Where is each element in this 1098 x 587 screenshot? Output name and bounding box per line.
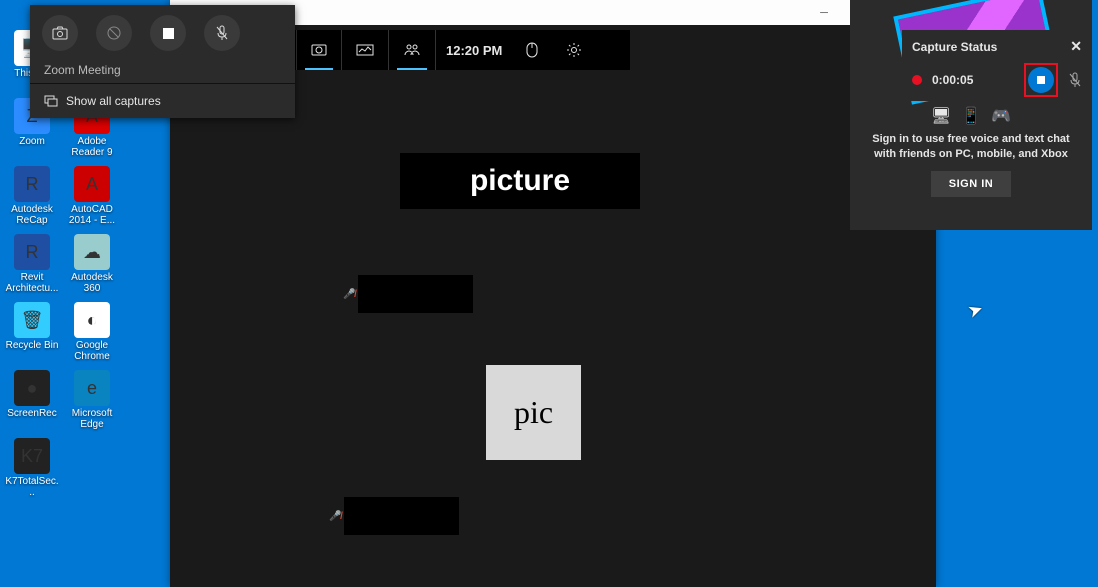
app-icon: e (74, 370, 110, 406)
stop-recording-highlight (1024, 63, 1058, 97)
desktop-icon[interactable]: RRevit Architectu... (4, 234, 60, 294)
capture-icon[interactable] (297, 30, 342, 70)
capture-source-title: Zoom Meeting (30, 61, 295, 83)
app-icon: R (14, 166, 50, 202)
desktop-icon[interactable]: ◐Google Chrome (64, 302, 120, 362)
mic-muted-icon: 🎤̸ (329, 511, 341, 522)
minimize-button[interactable]: ─ (804, 3, 844, 23)
xbox-social-icon[interactable] (389, 30, 436, 70)
app-icon: ◐ (74, 302, 110, 338)
app-icon: R (14, 234, 50, 270)
performance-icon[interactable] (342, 30, 389, 70)
icon-label: Microsoft Edge (64, 408, 120, 430)
app-icon: ● (14, 370, 50, 406)
mic-toggle-button[interactable] (1068, 72, 1082, 88)
desktop-icon[interactable]: 🗑 Recycle Bin (4, 302, 60, 351)
console-icon: 🎮 (991, 106, 1011, 126)
gallery-icon (44, 95, 58, 107)
icon-label: AutoCAD 2014 - E... (64, 204, 120, 226)
capture-buttons-row (30, 5, 295, 61)
capture-widget: Zoom Meeting Show all captures (30, 5, 295, 118)
participant-tile-2: 🎤̸ (344, 497, 459, 535)
close-icon[interactable]: ✕ (1070, 38, 1082, 55)
app-icon: ☁ (74, 234, 110, 270)
stop-recording-button[interactable] (150, 15, 186, 51)
recording-elapsed: 0:00:05 (932, 73, 1014, 87)
icon-label: Adobe Reader 9 (64, 136, 120, 158)
app-icon: A (74, 166, 110, 202)
mobile-icon: 📱 (961, 106, 981, 126)
avatar-label: pic (514, 394, 553, 431)
settings-icon[interactable] (552, 30, 596, 70)
main-video-label: picture (470, 164, 570, 198)
icon-label: Zoom (4, 136, 60, 147)
app-icon: 🗑 (14, 302, 50, 338)
pc-icon: 🖥 (931, 106, 951, 126)
desktop-icon[interactable]: eMicrosoft Edge (64, 370, 120, 430)
desktop-icon[interactable]: AAutoCAD 2014 - E... (64, 166, 120, 226)
desktop-icon[interactable]: K7K7TotalSec... (4, 438, 60, 498)
record-last-button[interactable] (96, 15, 132, 51)
desktop-icon[interactable]: ☁Autodesk 360 (64, 234, 120, 294)
mic-muted-icon: 🎤̸ (343, 289, 355, 300)
clock-time: 12:20 PM (446, 43, 502, 58)
desktop-icon[interactable]: ● ScreenRec (4, 370, 60, 419)
icon-label: ScreenRec (4, 408, 60, 419)
icon-label: Autodesk ReCap (4, 204, 60, 226)
icon-label: Google Chrome (64, 340, 120, 362)
show-all-captures-label: Show all captures (66, 94, 161, 108)
icon-label: Recycle Bin (4, 340, 60, 351)
participant-tile-1: 🎤̸ (358, 275, 473, 313)
icon-label: Autodesk 360 (64, 272, 120, 294)
recording-indicator-icon (912, 75, 922, 85)
clock: 12:20 PM (436, 30, 512, 70)
show-all-captures-link[interactable]: Show all captures (30, 83, 295, 118)
main-video-tile: picture (400, 153, 640, 209)
signin-prompt-text: Sign in to use free voice and text chat … (862, 132, 1080, 163)
mic-toggle-button[interactable] (204, 15, 240, 51)
screenshot-button[interactable] (42, 15, 78, 51)
mouse-cursor: ➤ (965, 298, 986, 323)
sign-in-button[interactable]: SIGN IN (931, 171, 1011, 197)
app-icon: K7 (14, 438, 50, 474)
capture-status-widget: Capture Status ✕ 0:00:05 (902, 30, 1092, 101)
participant-avatar: pic (486, 365, 581, 460)
icon-label: Revit Architectu... (4, 272, 60, 294)
capture-status-title: Capture Status (912, 40, 997, 54)
stop-recording-button[interactable] (1028, 67, 1054, 93)
device-icons-row: 🖥 📱 🎮 (862, 106, 1080, 126)
desktop-icon[interactable]: RAutodesk ReCap (4, 166, 60, 226)
mouse-icon[interactable] (512, 30, 552, 70)
icon-label: K7TotalSec... (4, 476, 60, 498)
